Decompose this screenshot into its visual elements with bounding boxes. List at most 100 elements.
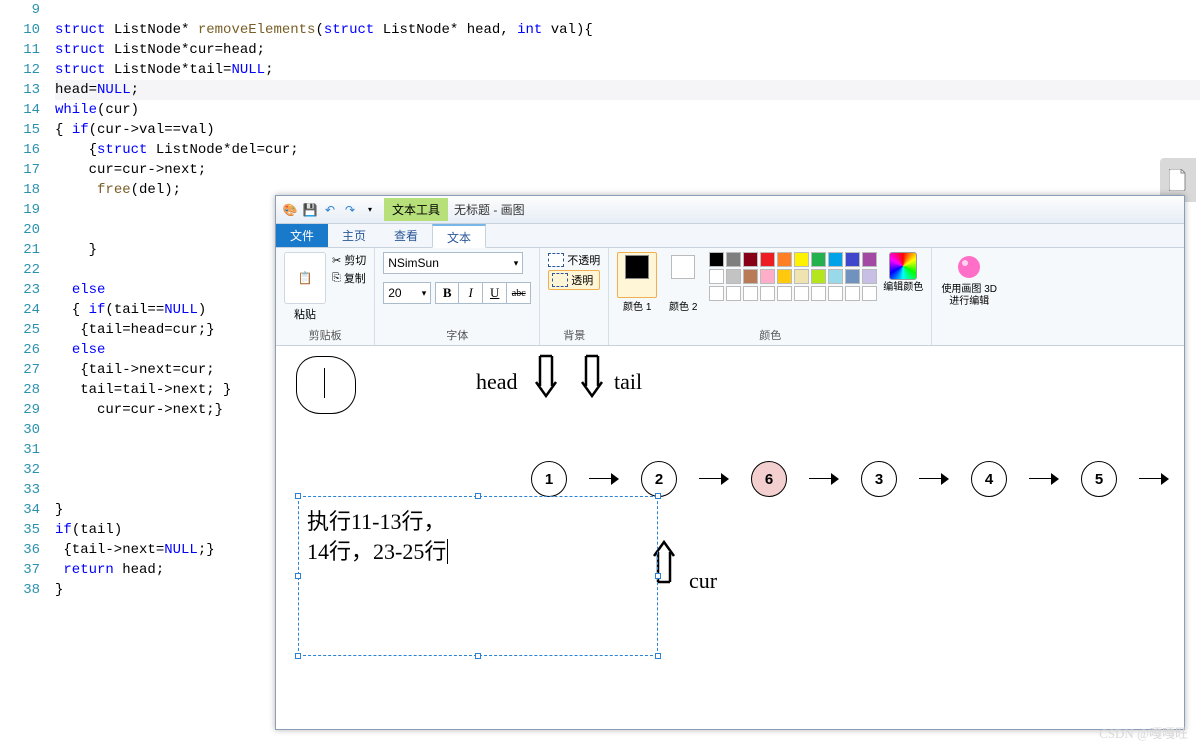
color2-button[interactable] — [663, 252, 703, 298]
arrow-tail — [580, 352, 604, 402]
cut-button[interactable]: ✂剪切 — [332, 252, 366, 268]
paint-window: 🎨 💾 ↶ ↷ ▾ 文本工具 无标题 - 画图 文件 主页 查看 文本 📋 粘贴… — [275, 195, 1185, 730]
list-node: 2 — [641, 461, 677, 497]
palette-color[interactable] — [777, 269, 792, 284]
chevron-down-icon: ▾ — [422, 288, 427, 299]
window-title: 无标题 - 画图 — [454, 201, 525, 218]
paint3d-button[interactable]: 使用画图 3D 进行编辑 — [940, 252, 998, 308]
bold-button[interactable]: B — [435, 282, 459, 304]
palette-color[interactable] — [777, 252, 792, 267]
group-font: NSimSun▾ 20▾ B I U abc 字体 — [375, 248, 540, 345]
tab-file[interactable]: 文件 — [276, 224, 328, 247]
palette-color[interactable] — [777, 286, 792, 301]
transparent-button[interactable]: 透明 — [548, 270, 600, 290]
font-family-select[interactable]: NSimSun▾ — [383, 252, 523, 274]
group-background: 不透明 透明 背景 — [540, 248, 609, 345]
palette-color[interactable] — [845, 252, 860, 267]
palette-color[interactable] — [760, 269, 775, 284]
color1-button[interactable] — [617, 252, 657, 298]
list-node: 3 — [861, 461, 897, 497]
label-cur: cur — [689, 568, 717, 594]
palette-color[interactable] — [760, 286, 775, 301]
palette-color[interactable] — [726, 286, 741, 301]
palette-color[interactable] — [794, 286, 809, 301]
rainbow-icon — [889, 252, 917, 280]
save-icon[interactable]: 💾 — [302, 202, 318, 218]
palette-color[interactable] — [743, 269, 758, 284]
palette-color[interactable] — [709, 286, 724, 301]
group-clipboard: 📋 粘贴 ✂剪切 ⎘复制 剪贴板 — [276, 248, 375, 345]
palette-color[interactable] — [862, 286, 877, 301]
drawn-line — [324, 368, 325, 398]
transparent-icon — [552, 273, 568, 287]
tab-text[interactable]: 文本 — [432, 224, 486, 248]
arrow-icon — [1139, 474, 1169, 484]
watermark: CSDN @嘎嘎旺 — [1099, 723, 1188, 742]
paint3d-icon — [954, 252, 984, 282]
arrow-icon — [1029, 474, 1059, 484]
paint-app-icon: 🎨 — [282, 202, 298, 218]
palette-color[interactable] — [709, 252, 724, 267]
paste-button[interactable]: 📋 — [284, 252, 326, 304]
palette-color[interactable] — [845, 286, 860, 301]
opaque-icon — [548, 253, 564, 267]
strike-button[interactable]: abc — [507, 282, 531, 304]
label-head: head — [476, 369, 518, 395]
copy-icon: ⎘ — [332, 272, 341, 285]
text-caret — [447, 539, 454, 564]
ribbon-tabs: 文件 主页 查看 文本 — [276, 224, 1184, 248]
palette-color[interactable] — [709, 269, 724, 284]
list-node: 1 — [531, 461, 567, 497]
palette-color[interactable] — [811, 286, 826, 301]
text-tool-tab: 文本工具 — [384, 198, 448, 221]
palette-color[interactable] — [811, 252, 826, 267]
palette-color[interactable] — [760, 252, 775, 267]
color-palette — [709, 252, 877, 301]
textbox-line1: 执行11-13行， — [307, 507, 649, 537]
quick-access: 🎨 💾 ↶ ↷ ▾ — [282, 202, 378, 218]
undo-icon[interactable]: ↶ — [322, 202, 338, 218]
list-node: 4 — [971, 461, 1007, 497]
palette-color[interactable] — [743, 286, 758, 301]
paint-canvas[interactable]: head tail cur 1263456 执行11-13行， 14行，23-2… — [276, 346, 1184, 729]
arrow-icon — [589, 474, 619, 484]
italic-button[interactable]: I — [459, 282, 483, 304]
group-colors: 颜色 1 颜色 2 编辑颜色 颜色 — [609, 248, 932, 345]
palette-color[interactable] — [811, 269, 826, 284]
palette-color[interactable] — [845, 269, 860, 284]
palette-color[interactable] — [828, 286, 843, 301]
text-edit-box[interactable]: 执行11-13行， 14行，23-25行 — [298, 496, 658, 656]
tab-home[interactable]: 主页 — [328, 224, 380, 247]
textbox-line2: 14行，23-25行 — [307, 539, 446, 564]
redo-icon[interactable]: ↷ — [342, 202, 358, 218]
palette-color[interactable] — [794, 252, 809, 267]
line-gutter: 9101112131415161718192021222324252627282… — [0, 0, 55, 600]
copy-button[interactable]: ⎘复制 — [332, 270, 366, 286]
chevron-down-icon: ▾ — [514, 258, 519, 269]
palette-color[interactable] — [794, 269, 809, 284]
palette-color[interactable] — [862, 269, 877, 284]
opaque-button[interactable]: 不透明 — [548, 252, 600, 268]
label-tail: tail — [614, 369, 642, 395]
list-node: 5 — [1081, 461, 1117, 497]
font-size-select[interactable]: 20▾ — [383, 282, 431, 304]
palette-color[interactable] — [726, 269, 741, 284]
underline-button[interactable]: U — [483, 282, 507, 304]
paint-titlebar: 🎨 💾 ↶ ↷ ▾ 文本工具 无标题 - 画图 — [276, 196, 1184, 224]
arrow-head — [534, 352, 558, 402]
edit-colors-button[interactable]: 编辑颜色 — [883, 252, 923, 294]
group-paint3d: 使用画图 3D 进行编辑 — [932, 248, 1006, 345]
palette-color[interactable] — [726, 252, 741, 267]
palette-color[interactable] — [862, 252, 877, 267]
palette-color[interactable] — [743, 252, 758, 267]
scissors-icon: ✂ — [332, 254, 341, 267]
tab-view[interactable]: 查看 — [380, 224, 432, 247]
arrow-icon — [809, 474, 839, 484]
linked-list-nodes: 1263456 — [531, 461, 1184, 497]
ribbon: 📋 粘贴 ✂剪切 ⎘复制 剪贴板 NSimSun▾ 20▾ B — [276, 248, 1184, 346]
arrow-icon — [699, 474, 729, 484]
drawn-shape — [296, 356, 356, 414]
qa-dropdown-icon[interactable]: ▾ — [362, 202, 378, 218]
palette-color[interactable] — [828, 252, 843, 267]
palette-color[interactable] — [828, 269, 843, 284]
